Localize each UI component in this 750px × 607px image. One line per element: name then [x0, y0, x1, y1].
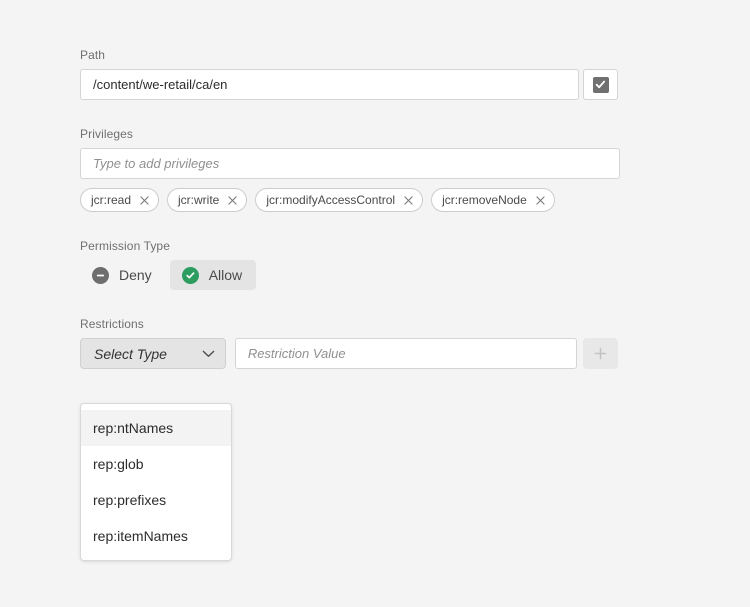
permission-editor-page: Path Privileges jcr:read — [0, 0, 750, 607]
permission-option-allow[interactable]: Allow — [170, 260, 256, 290]
dropdown-item-rep-glob[interactable]: rep:glob — [81, 446, 231, 482]
privileges-input[interactable] — [80, 148, 620, 179]
permission-form: Path Privileges jcr:read — [80, 48, 618, 369]
path-label: Path — [80, 48, 618, 62]
close-icon[interactable] — [403, 195, 414, 206]
permission-type-toggle: Deny Allow — [80, 260, 618, 290]
close-icon[interactable] — [535, 195, 546, 206]
restriction-type-select[interactable]: Select Type — [80, 338, 226, 369]
privilege-chip[interactable]: jcr:read — [80, 188, 159, 212]
permission-option-deny-label: Deny — [119, 267, 152, 283]
permission-option-allow-label: Allow — [209, 267, 242, 283]
path-row — [80, 69, 618, 100]
dropdown-item-rep-itemnames[interactable]: rep:itemNames — [81, 518, 231, 554]
check-circle-icon — [182, 267, 199, 284]
checkbox-checked-icon — [593, 77, 609, 93]
permission-option-deny[interactable]: Deny — [80, 260, 166, 290]
privilege-chip-label: jcr:modifyAccessControl — [266, 189, 395, 211]
dropdown-item-rep-ntnames[interactable]: rep:ntNames — [81, 410, 231, 446]
permission-type-group: Permission Type Deny Allow — [80, 239, 618, 290]
close-icon[interactable] — [139, 195, 150, 206]
add-restriction-button[interactable] — [583, 338, 618, 369]
path-input[interactable] — [80, 69, 579, 100]
path-confirm-button[interactable] — [583, 69, 618, 100]
restriction-value-input[interactable] — [235, 338, 577, 369]
permission-type-label: Permission Type — [80, 239, 618, 253]
privilege-chip-label: jcr:removeNode — [442, 189, 527, 211]
restrictions-row: Select Type — [80, 338, 618, 369]
restrictions-label: Restrictions — [80, 317, 618, 331]
privileges-field-group: Privileges jcr:read jcr:write jcr:modify… — [80, 127, 618, 212]
privilege-chip[interactable]: jcr:removeNode — [431, 188, 555, 212]
privilege-chip-label: jcr:write — [178, 189, 219, 211]
chevron-down-icon — [202, 350, 215, 358]
privileges-label: Privileges — [80, 127, 618, 141]
close-icon[interactable] — [227, 195, 238, 206]
minus-circle-icon — [92, 267, 109, 284]
restrictions-group: Restrictions Select Type — [80, 317, 618, 369]
privileges-chip-list: jcr:read jcr:write jcr:modifyAccessContr… — [80, 188, 618, 212]
restriction-type-select-label: Select Type — [94, 346, 202, 362]
plus-icon — [593, 346, 608, 361]
privilege-chip[interactable]: jcr:modifyAccessControl — [255, 188, 423, 212]
dropdown-item-rep-prefixes[interactable]: rep:prefixes — [81, 482, 231, 518]
restriction-type-dropdown: rep:ntNames rep:glob rep:prefixes rep:it… — [80, 403, 232, 561]
privilege-chip[interactable]: jcr:write — [167, 188, 247, 212]
privilege-chip-label: jcr:read — [91, 189, 131, 211]
path-field-group: Path — [80, 48, 618, 100]
